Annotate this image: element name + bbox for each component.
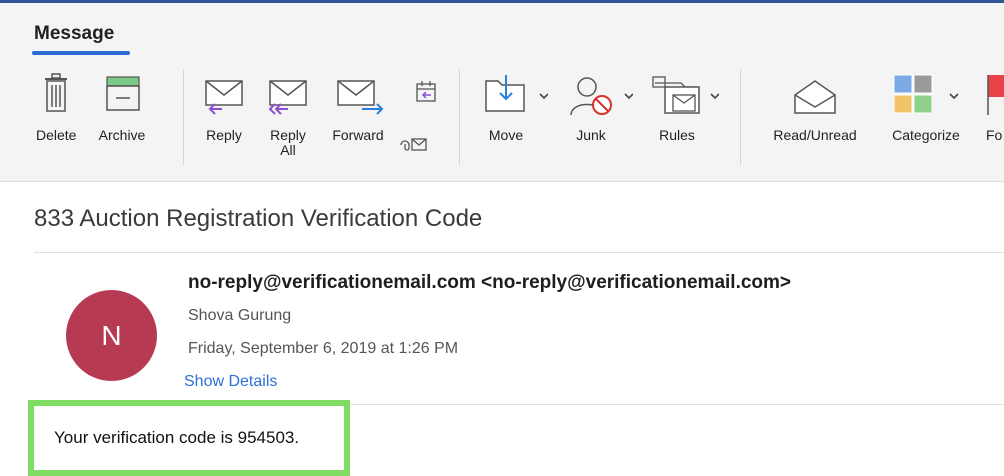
sender-address[interactable]: no-reply@verificationemail.com <no-reply… — [188, 272, 791, 294]
rules-button[interactable]: Rules — [651, 73, 719, 143]
categorize-button[interactable]: Categorize — [878, 73, 974, 143]
junk-button[interactable]: Junk — [567, 73, 633, 143]
forward-icon — [337, 80, 384, 115]
junk-icon — [570, 77, 633, 116]
forward-label: Forward — [332, 127, 384, 143]
ribbon-separator — [459, 69, 460, 165]
tab-message[interactable]: Message — [34, 23, 114, 45]
forward-button[interactable]: Forward — [328, 73, 388, 143]
ribbon-separator — [740, 69, 741, 165]
reply-button[interactable]: Reply — [200, 73, 248, 143]
chevron-down-icon — [539, 93, 548, 100]
reply-icon — [205, 80, 243, 115]
move-icon — [485, 75, 548, 112]
move-button[interactable]: Move — [482, 73, 548, 143]
follow-up-button[interactable]: Fo — [986, 73, 1004, 143]
trash-icon — [45, 73, 68, 112]
header-divider — [34, 252, 1004, 253]
delete-button[interactable]: Delete — [36, 73, 76, 143]
show-details-link[interactable]: Show Details — [184, 373, 277, 391]
meeting-reply-icon[interactable] — [413, 79, 439, 105]
rules-label: Rules — [659, 127, 695, 143]
archive-label: Archive — [98, 127, 146, 143]
avatar: N — [66, 290, 157, 381]
delete-label: Delete — [36, 127, 77, 143]
recipient-name[interactable]: Shova Gurung — [188, 307, 291, 325]
ribbon-separator — [183, 69, 184, 165]
reply-all-button[interactable]: Reply All — [264, 73, 312, 158]
follow-up-icon — [987, 75, 1004, 115]
sent-date: Friday, September 6, 2019 at 1:26 PM — [188, 340, 459, 357]
reply-all-label: Reply All — [270, 127, 306, 158]
archive-button[interactable]: Archive — [98, 73, 146, 143]
categorize-icon — [893, 74, 959, 114]
email-subject: 833 Auction Registration Verification Co… — [34, 205, 483, 232]
move-label: Move — [488, 127, 524, 143]
reply-all-icon — [268, 80, 307, 115]
envelope-open-icon — [794, 80, 836, 114]
archive-icon — [106, 76, 140, 111]
read-unread-button[interactable]: Read/Unread — [763, 73, 867, 143]
read-unread-label: Read/Unread — [773, 127, 857, 143]
chevron-down-icon — [624, 93, 633, 100]
chevron-down-icon — [710, 93, 719, 100]
categorize-label: Categorize — [892, 127, 960, 143]
avatar-initial: N — [101, 319, 122, 351]
junk-label: Junk — [576, 127, 606, 143]
highlight-box: Your verification code is 954503. — [28, 400, 350, 476]
forward-attachment-icon[interactable] — [397, 135, 429, 153]
follow-up-label: Fo — [986, 127, 1003, 143]
tab-active-indicator — [32, 51, 130, 55]
chevron-down-icon — [949, 93, 959, 100]
reply-label: Reply — [206, 127, 242, 143]
rules-icon — [652, 76, 719, 114]
email-body-text: Your verification code is 954503. — [54, 428, 300, 447]
ribbon-toolbar: Message Delete Archive Reply Reply All F… — [0, 3, 1004, 182]
